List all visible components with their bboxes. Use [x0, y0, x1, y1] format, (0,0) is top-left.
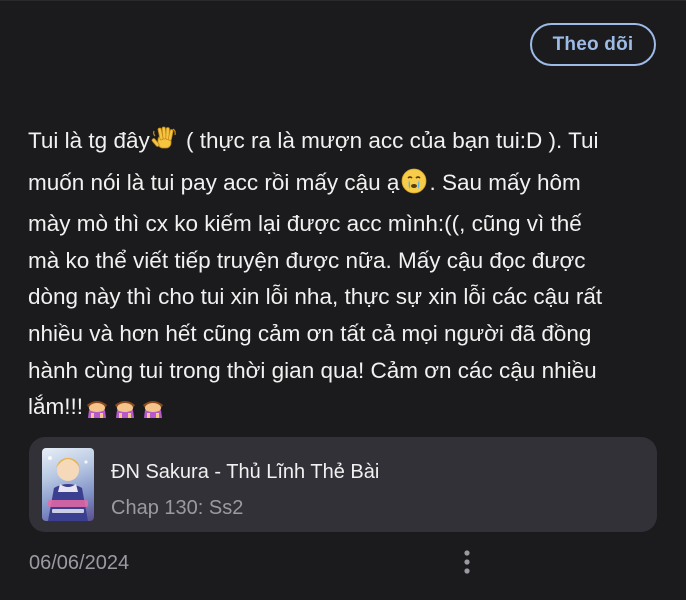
story-cover-image	[42, 448, 94, 521]
more-options-icon[interactable]	[455, 548, 479, 578]
bowing-person-icon	[140, 393, 166, 431]
post-text: muốn nói là tui pay acc rồi mấy cậu ạ	[28, 169, 400, 195]
waving-hand-icon	[151, 125, 179, 165]
post-line: dòng này thì cho tui xin lỗi nha, thực s…	[28, 284, 603, 310]
post-line: mày mò thì cx ko kiếm lại được acc mình:…	[28, 211, 582, 237]
post-line: mà ko thể viết tiếp truyện được nữa. Mấy…	[28, 247, 586, 273]
story-chapter: Chap 130: Ss2	[111, 497, 244, 519]
post-text: ( thực ra là mượn acc của bạn tui:D ). T…	[179, 128, 599, 153]
story-title: ĐN Sakura - Thủ Lĩnh Thẻ Bài	[111, 461, 380, 483]
post-date: 06/06/2024	[29, 552, 130, 574]
post-body: Tui là tg đây ( thực ra là mượn acc của …	[28, 123, 658, 431]
comment-card: Theo dõi Tui là tg đây ( thực ra là mượn…	[0, 0, 686, 600]
bowing-person-icon	[112, 393, 138, 431]
story-link-card[interactable]: ĐN Sakura - Thủ Lĩnh Thẻ Bài Chap 130: S…	[29, 437, 657, 532]
post-line: hành cùng tui trong thời gian qua! Cảm ơ…	[28, 357, 597, 383]
bowing-person-icon	[84, 393, 110, 431]
post-line: nhiều và hơn hết cũng cảm ơn tất cả mọi …	[28, 320, 592, 346]
post-line: muốn nói là tui pay acc rồi mấy cậu ạ . …	[28, 165, 658, 207]
follow-button[interactable]: Theo dõi	[530, 23, 656, 66]
crying-face-icon	[400, 167, 428, 207]
post-text: lắm!!!	[28, 394, 84, 420]
post-text: Tui là tg đây	[28, 128, 150, 153]
post-line: Tui là tg đây ( thực ra là mượn acc của …	[28, 123, 658, 165]
post-text: . Sau mấy hôm	[429, 169, 581, 195]
post-line: lắm!!!	[28, 389, 658, 431]
